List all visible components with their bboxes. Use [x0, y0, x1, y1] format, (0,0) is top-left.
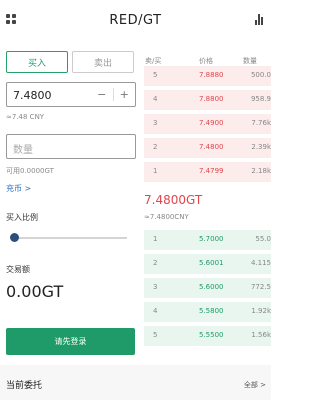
- price-value[interactable]: 7.4800: [13, 89, 52, 102]
- bid-price: 5.6001: [199, 259, 224, 267]
- bid-row[interactable]: 5 5.5500 1.56k: [144, 324, 271, 348]
- ask-idx: 4: [153, 95, 158, 103]
- bid-price: 5.7000: [199, 235, 224, 243]
- available-balance: 可用0.0000GT: [6, 167, 54, 175]
- quantity-input[interactable]: 数量: [6, 134, 136, 159]
- bid-row[interactable]: 2 5.6001 4.115: [144, 252, 271, 276]
- price-input[interactable]: 7.4800 − +: [6, 82, 136, 107]
- bid-idx: 2: [153, 259, 158, 267]
- ask-amount: 2.18k: [251, 167, 271, 175]
- bid-amount: 55.0: [255, 235, 271, 243]
- bar-chart-icon[interactable]: [255, 14, 265, 25]
- bid-price: 5.5500: [199, 331, 224, 339]
- ask-idx: 3: [153, 119, 158, 127]
- bid-idx: 1: [153, 235, 158, 243]
- recharge-link[interactable]: 充币 >: [6, 183, 31, 194]
- ask-price: 7.8800: [199, 95, 224, 103]
- all-orders-link[interactable]: 全部 >: [244, 380, 266, 390]
- ratio-slider-track[interactable]: [13, 237, 127, 239]
- price-cny: ≈7.48 CNY: [6, 113, 45, 121]
- plus-button[interactable]: +: [114, 88, 136, 101]
- minus-button[interactable]: −: [91, 88, 113, 101]
- ask-price: 7.4799: [199, 167, 224, 175]
- bid-amount: 772.5: [250, 283, 271, 291]
- bid-price: 5.5800: [199, 307, 224, 315]
- ask-amount: 500.0: [250, 71, 271, 79]
- bid-row[interactable]: 1 5.7000 55.0: [144, 228, 271, 252]
- ask-amount: 2.39k: [251, 143, 271, 151]
- ask-amount: 958.9: [250, 95, 271, 103]
- ask-price: 7.4800: [199, 143, 224, 151]
- ask-row[interactable]: 5 7.8880 500.0: [144, 64, 271, 88]
- volume-value: 0.00GT: [6, 282, 64, 301]
- ask-price: 7.8880: [199, 71, 224, 79]
- bid-row[interactable]: 4 5.5800 1.92k: [144, 300, 271, 324]
- bid-price: 5.6000: [199, 283, 224, 291]
- quantity-placeholder: 数量: [13, 145, 33, 156]
- login-button[interactable]: 请先登录: [6, 328, 135, 355]
- current-orders-title: 当前委托: [6, 381, 43, 391]
- ask-price: 7.4900: [199, 119, 224, 127]
- volume-label: 交易额: [6, 265, 30, 274]
- ratio-slider-handle[interactable]: [10, 233, 19, 242]
- last-price: 7.4800GT: [144, 193, 203, 207]
- ask-row[interactable]: 2 7.4800 2.39k: [144, 136, 271, 160]
- bid-row[interactable]: 3 5.6000 772.5: [144, 276, 271, 300]
- ask-row[interactable]: 1 7.4799 2.18k: [144, 160, 271, 184]
- ask-row[interactable]: 4 7.8800 958.9: [144, 88, 271, 112]
- page-title: RED/GT: [109, 13, 162, 28]
- bid-amount: 1.92k: [251, 307, 271, 315]
- tab-buy[interactable]: 买入: [6, 51, 68, 73]
- price-stepper[interactable]: − +: [91, 83, 135, 106]
- ask-row[interactable]: 3 7.4900 7.76k: [144, 112, 271, 136]
- bid-idx: 4: [153, 307, 158, 315]
- ask-idx: 2: [153, 143, 158, 151]
- bid-amount: 4.115: [250, 259, 271, 267]
- ratio-label: 买入比例: [6, 213, 38, 222]
- last-price-cny: ≈7.4800CNY: [144, 213, 189, 221]
- bid-amount: 1.56k: [251, 331, 271, 339]
- ask-idx: 5: [153, 71, 158, 79]
- bid-idx: 3: [153, 283, 158, 291]
- ask-amount: 7.76k: [251, 119, 271, 127]
- bid-idx: 5: [153, 331, 158, 339]
- ask-idx: 1: [153, 167, 158, 175]
- tab-sell[interactable]: 卖出: [72, 51, 134, 73]
